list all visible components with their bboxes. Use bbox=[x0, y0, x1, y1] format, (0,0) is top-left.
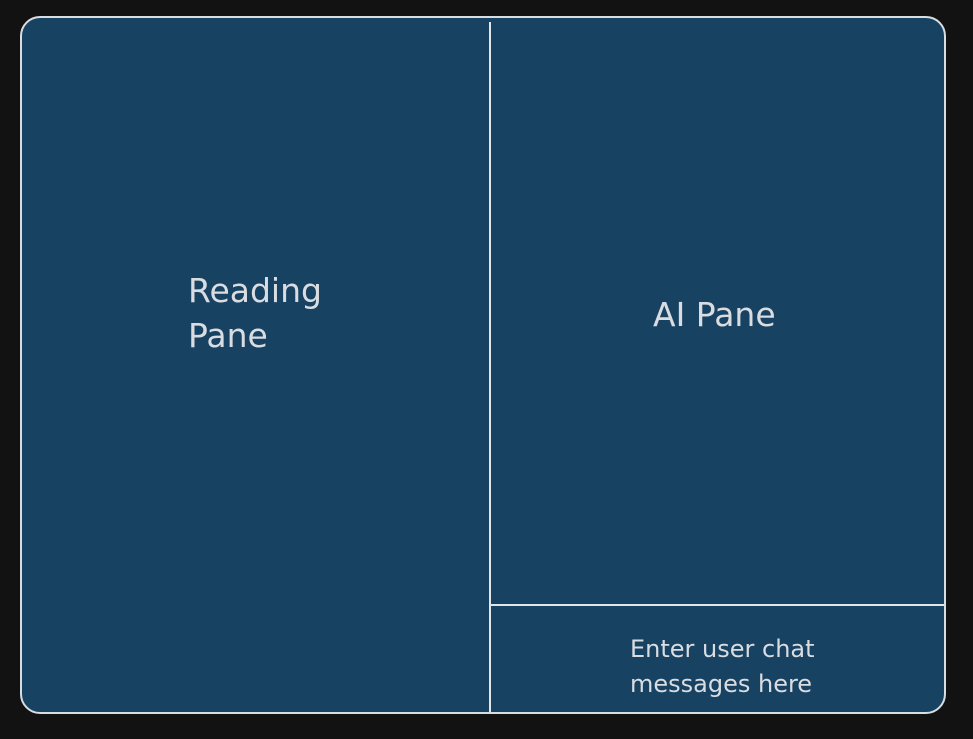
reading-pane-label: Reading Pane bbox=[188, 271, 322, 355]
chat-input-placeholder: Enter user chat messages here bbox=[630, 635, 815, 698]
chat-input[interactable]: Enter user chat messages here bbox=[491, 606, 944, 712]
ai-pane-label: AI Pane bbox=[653, 295, 776, 334]
ai-pane[interactable]: AI Pane bbox=[491, 18, 944, 604]
app-wireframe: Reading Pane AI Pane Enter user chat mes… bbox=[20, 16, 946, 714]
reading-pane[interactable]: Reading Pane bbox=[22, 18, 489, 712]
